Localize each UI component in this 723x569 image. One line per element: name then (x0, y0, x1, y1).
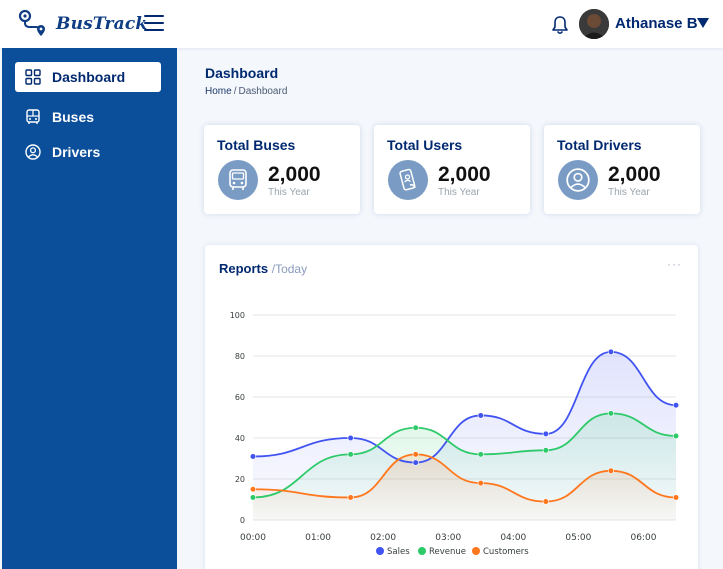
data-point-sales (477, 412, 484, 419)
data-point-customers (412, 451, 419, 458)
sidebar: Dashboard Buses Drivers (2, 48, 177, 569)
x-tick-label: 01:00 (305, 533, 331, 543)
legend-marker-revenue (418, 547, 426, 555)
y-tick-label: 80 (235, 352, 245, 361)
data-point-revenue (412, 424, 419, 431)
legend-label-customers: Customers (483, 547, 529, 557)
card-period: This Year (268, 187, 310, 198)
bus-icon (218, 160, 258, 200)
data-point-sales (542, 430, 549, 437)
legend-label-revenue: Revenue (429, 547, 466, 557)
sidebar-item-label: Buses (52, 109, 95, 125)
data-point-sales (607, 348, 615, 355)
sidebar-item-label: Drivers (52, 144, 101, 160)
x-tick-label: 03:00 (435, 533, 461, 543)
top-header: BusTrack Athanase B (0, 0, 723, 48)
data-point-customers (542, 498, 549, 505)
app-logo[interactable]: BusTrack (18, 9, 147, 39)
total-buses-card: Total Buses 2,000 This Year (204, 125, 360, 214)
data-point-revenue (249, 494, 257, 501)
x-tick-label: 05:00 (565, 533, 591, 543)
route-pin-icon (18, 9, 45, 36)
y-tick-label: 100 (230, 311, 245, 320)
legend-marker-sales (376, 547, 384, 555)
data-point-revenue (607, 410, 615, 417)
page-title: Dashboard (205, 65, 279, 81)
phone-user-icon (388, 160, 428, 200)
x-tick-label: 06:00 (630, 533, 656, 543)
data-point-sales (672, 402, 680, 409)
card-title: Total Drivers (557, 137, 642, 153)
legend-marker-customers (472, 547, 480, 555)
user-name[interactable]: Athanase B (615, 15, 698, 32)
breadcrumb: Home / Dashboard (205, 86, 288, 97)
data-point-revenue (542, 447, 549, 454)
person-circle-icon (558, 160, 598, 200)
data-point-revenue (477, 451, 484, 458)
card-period: This Year (608, 187, 650, 198)
total-users-card: Total Users 2,000 This Year (374, 125, 530, 214)
x-tick-label: 00:00 (240, 533, 266, 543)
total-drivers-card: Total Drivers 2,000 This Year (544, 125, 700, 214)
sidebar-item-label: Dashboard (52, 69, 126, 85)
card-period: This Year (438, 187, 480, 198)
y-tick-label: 60 (235, 393, 245, 402)
grid-icon (25, 69, 41, 85)
person-circle-icon (25, 144, 41, 160)
data-point-customers (477, 480, 484, 487)
data-point-customers (672, 494, 680, 501)
card-title: Total Users (387, 137, 463, 153)
data-point-customers (607, 467, 615, 474)
data-point-sales (412, 459, 419, 466)
menu-toggle-icon[interactable] (144, 15, 164, 33)
data-point-revenue (672, 432, 680, 440)
x-tick-label: 04:00 (500, 533, 526, 543)
y-tick-label: 40 (235, 434, 245, 443)
reports-chart: 0 20 40 60 80 100 00:00 01:00 02:00 03:00 04:00 05:… (230, 311, 680, 557)
caret-down-icon[interactable] (697, 18, 709, 28)
user-avatar[interactable] (579, 9, 609, 39)
data-point-customers (249, 486, 257, 493)
y-tick-label: 20 (235, 475, 245, 484)
card-value: 2,000 (438, 163, 491, 186)
bus-icon (26, 109, 40, 124)
data-point-sales (249, 453, 257, 460)
sidebar-item-buses[interactable]: Buses (15, 102, 161, 132)
avatar-image (579, 9, 609, 39)
legend-label-sales: Sales (387, 547, 410, 557)
x-tick-label: 02:00 (370, 533, 396, 543)
breadcrumb-current: Dashboard (238, 86, 288, 97)
data-point-customers (347, 494, 354, 501)
data-point-sales (347, 434, 354, 442)
card-title: Total Buses (217, 137, 296, 153)
y-tick-label: 0 (240, 516, 245, 525)
sidebar-item-dashboard[interactable]: Dashboard (15, 62, 161, 92)
notification-bell-icon[interactable] (551, 15, 569, 35)
app-name: BusTrack (56, 14, 148, 34)
card-value: 2,000 (268, 163, 321, 186)
reports-card: Reports /Today ··· 0 20 40 60 80 100 00:00 01:0… (205, 245, 698, 569)
data-point-revenue (347, 451, 354, 458)
card-value: 2,000 (608, 163, 661, 186)
sidebar-item-drivers[interactable]: Drivers (15, 137, 161, 167)
breadcrumb-home[interactable]: Home (205, 86, 232, 97)
